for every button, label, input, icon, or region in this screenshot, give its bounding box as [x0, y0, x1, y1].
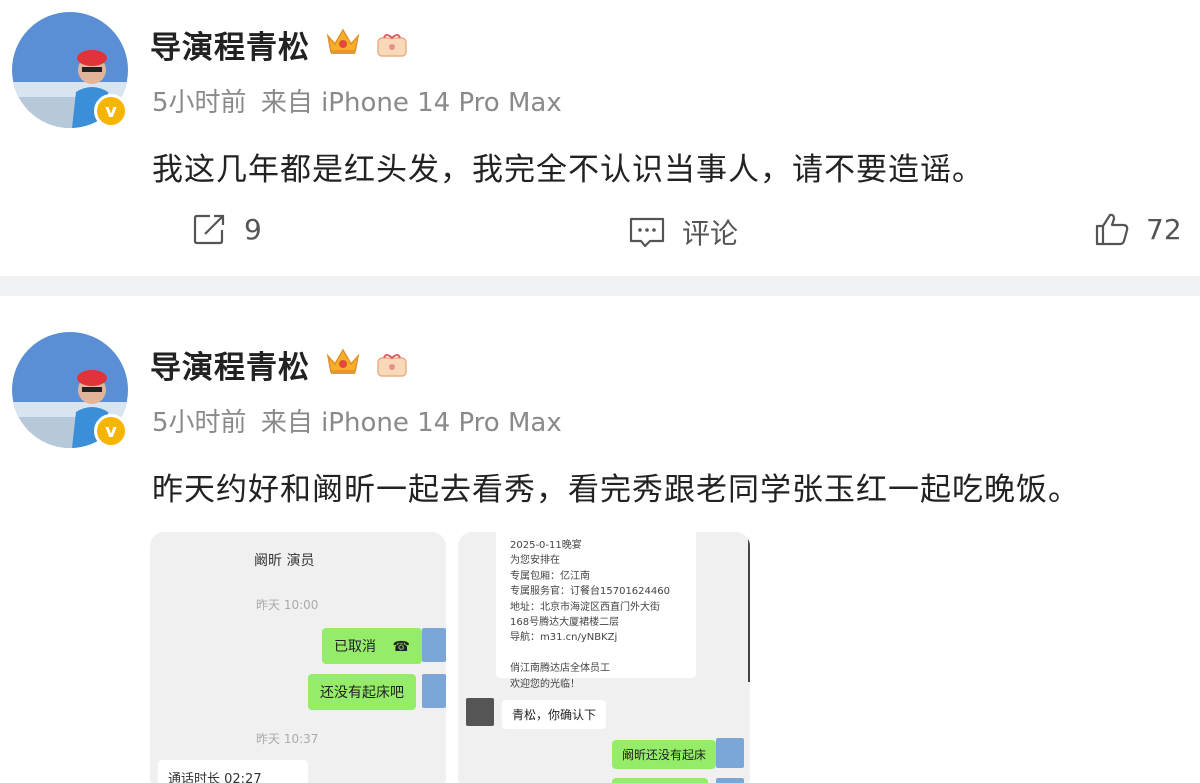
card-line: 导航：m31.cn/yNBKZj	[510, 632, 618, 644]
card-line: 地址：北京市海淀区西直门外大街	[510, 601, 660, 613]
share-icon	[193, 214, 225, 245]
like-count: 72	[1146, 212, 1182, 246]
phone-icon: ☎	[392, 639, 410, 655]
post-source: 来自 iPhone 14 Pro Max	[260, 88, 562, 118]
chat-title: 阚昕 演员	[254, 553, 315, 569]
weibo-post-2: v 导演程青松 5小时前 来自 iPhone 14 Pro Max 昨天约好和阚…	[0, 296, 1200, 783]
repost-button[interactable]: 9	[192, 212, 262, 246]
chat-bubble: 还没有起床吧	[308, 674, 416, 710]
gift-badge-icon	[376, 30, 408, 62]
comment-button[interactable]: 评论	[628, 212, 738, 252]
card-line	[510, 646, 684, 661]
chat-timestamp: 昨天 10:37	[256, 732, 319, 746]
repost-count: 9	[244, 212, 262, 246]
chat-avatar	[716, 738, 744, 768]
card-line: 专属服务官：订餐台15701624460	[510, 586, 670, 598]
chat-timestamp: 昨天 10:00	[256, 598, 319, 612]
post-time: 5小时前	[152, 408, 247, 438]
bubble-text: 已取消	[334, 639, 376, 655]
verified-badge-icon: v	[94, 414, 128, 448]
call-record: 通话时长 02:27	[158, 760, 308, 783]
chat-avatar	[422, 674, 446, 708]
author-name[interactable]: 导演程青松	[150, 22, 310, 67]
card-line: 专属包厢：亿江南	[510, 570, 590, 582]
chat-avatar	[422, 628, 446, 662]
reservation-message: 2025-0-11晚宴 为您安排在 专属包厢：亿江南 专属服务官：订餐台1570…	[496, 532, 696, 690]
crown-icon	[326, 26, 360, 60]
action-bar: 9 评论 72	[0, 212, 1200, 252]
chat-bubble: 阚昕还没有起床	[612, 740, 717, 769]
comment-label: 评论	[682, 217, 739, 250]
like-button[interactable]: 72	[1094, 212, 1182, 246]
scrollbar[interactable]	[748, 532, 750, 682]
weibo-post-1: v 导演程青松 5小时前 来自 iPhone 14 Pro Max 我这几年都是…	[0, 0, 1200, 276]
post-time: 5小时前	[152, 88, 247, 118]
chat-avatar	[466, 698, 494, 726]
chat-avatar	[716, 778, 744, 783]
card-line: 2025-0-11晚宴	[510, 540, 582, 551]
post-divider	[0, 276, 1200, 296]
card-line: 168号腾达大厦裙楼二层	[510, 617, 620, 629]
card-line: 为您安排在	[510, 555, 560, 567]
chat-bubble	[612, 778, 708, 783]
post-meta: 5小时前 来自 iPhone 14 Pro Max	[152, 82, 562, 119]
post-meta: 5小时前 来自 iPhone 14 Pro Max	[152, 402, 562, 439]
card-line: 欢迎您的光临！	[510, 678, 580, 690]
thumbs-up-icon	[1095, 213, 1129, 246]
author-name[interactable]: 导演程青松	[150, 342, 310, 387]
post-text: 我这几年都是红头发，我完全不认识当事人，请不要造谣。	[152, 152, 984, 188]
post-text: 昨天约好和阚昕一起去看秀，看完秀跟老同学张玉红一起吃晚饭。	[152, 472, 1080, 508]
chat-screenshot-left[interactable]: 阚昕 演员 昨天 10:00 已取消 ☎ 还没有起床吧 昨天 10:37 通话时…	[150, 532, 446, 783]
card-line: 俏江南腾达店全体员工	[510, 663, 610, 675]
chat-bubble: 青松，你确认下	[502, 700, 607, 729]
chat-screenshot-right[interactable]: 2025-0-11晚宴 为您安排在 专属包厢：亿江南 专属服务官：订餐台1570…	[458, 532, 750, 783]
post-source: 来自 iPhone 14 Pro Max	[260, 408, 562, 438]
chat-bubble: 已取消 ☎	[322, 628, 422, 664]
comment-icon	[629, 217, 665, 248]
gift-badge-icon	[376, 350, 408, 382]
crown-icon	[326, 346, 360, 380]
verified-badge-icon: v	[94, 94, 128, 128]
